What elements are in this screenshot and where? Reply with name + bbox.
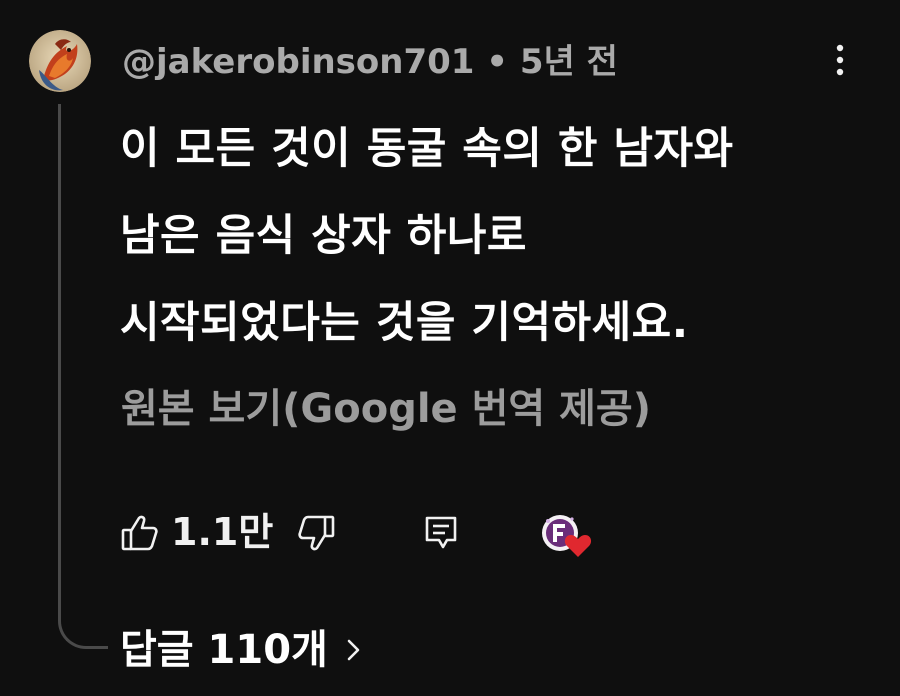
comment-actions: 1.1만 (0, 500, 900, 570)
comment-line: 이 모든 것이 동굴 속의 한 남자와 (120, 124, 734, 174)
comment-line: 시작되었다는 것을 기억하세요. (120, 298, 689, 348)
see-original-link[interactable]: 원본 보기(Google 번역 제공) (121, 381, 651, 437)
vertical-dots-icon[interactable] (826, 40, 854, 80)
comment-body: 이 모든 것이 동굴 속의 한 남자와 남은 음식 상자 하나로 시작되었다는 … (120, 106, 860, 367)
avatar[interactable] (29, 30, 91, 92)
replies-count-label: 답글 110개 (120, 627, 328, 673)
reply-comment-icon[interactable] (421, 513, 461, 553)
view-replies-button[interactable]: 답글 110개 (120, 622, 363, 678)
creator-heart-icon[interactable] (540, 511, 594, 559)
meta-separator: • (474, 42, 520, 82)
like-count: 1.1만 (171, 510, 274, 554)
comment-timestamp: 5년 전 (519, 42, 618, 82)
thumbs-down-icon[interactable] (296, 513, 336, 553)
chevron-right-icon (343, 636, 363, 664)
comment-header: @jakerobinson701 • 5년 전 (122, 40, 618, 84)
thumbs-up-icon[interactable] (120, 513, 160, 553)
comment-line: 남은 음식 상자 하나로 (120, 211, 527, 261)
comment-author[interactable]: @jakerobinson701 (122, 42, 474, 82)
